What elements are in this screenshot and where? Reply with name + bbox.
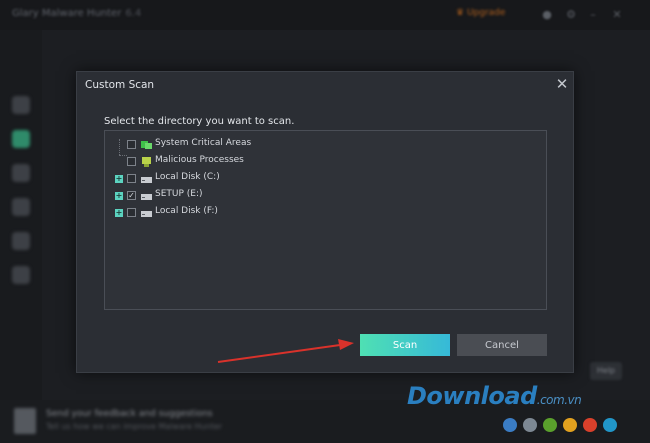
watermark-dot [563,418,577,432]
watermark-dot [503,418,517,432]
watermark: Download.com.vn [407,382,643,440]
watermark-dot [523,418,537,432]
watermark-text: Download.com.vn [407,382,582,410]
annotation-arrow [217,339,354,363]
watermark-dot [583,418,597,432]
watermark-dot [603,418,617,432]
watermark-dot [543,418,557,432]
